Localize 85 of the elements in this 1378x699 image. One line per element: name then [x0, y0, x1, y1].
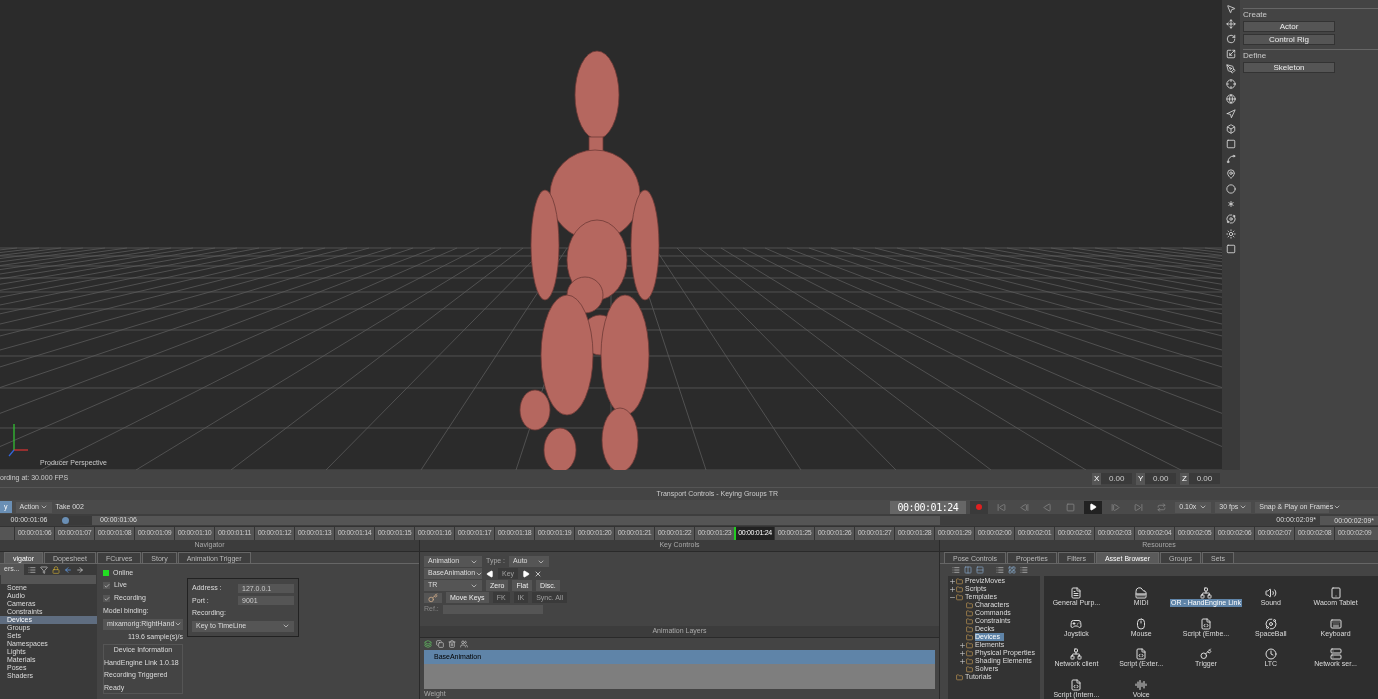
globe-icon[interactable]: [1226, 94, 1236, 104]
axis-label: Z: [1180, 472, 1189, 485]
network-icon: [1070, 648, 1083, 661]
mouse-icon: [1135, 617, 1148, 630]
sun-icon[interactable]: [1226, 229, 1236, 239]
key-icon[interactable]: [424, 592, 442, 603]
rotate-icon[interactable]: [1226, 34, 1236, 44]
ref-field[interactable]: [442, 604, 543, 614]
spline-icon[interactable]: [1226, 154, 1236, 164]
ball-icon: [1264, 617, 1277, 630]
keyboard-icon: [1329, 617, 1342, 630]
key-icon: [1200, 648, 1212, 661]
caret-icon: [39, 503, 48, 511]
duplicate-icon[interactable]: [436, 640, 444, 648]
list-view-icon[interactable]: [996, 566, 1004, 574]
sphere-icon[interactable]: [1226, 184, 1236, 194]
side-button[interactable]: Skeleton: [1243, 62, 1335, 73]
search-field[interactable]: [1, 575, 96, 584]
rows-view-icon[interactable]: [976, 566, 984, 574]
script-icon: [1200, 617, 1212, 630]
expand-icon[interactable]: [958, 649, 966, 657]
script-icon: [1135, 648, 1148, 661]
orbit-icon[interactable]: [1226, 214, 1236, 224]
axis-label: X: [1092, 472, 1102, 485]
timecode-display: 00:00:01:24: [889, 500, 967, 514]
play-button[interactable]: [1084, 500, 1103, 514]
caret-icon: [282, 622, 290, 630]
list-icon[interactable]: [27, 565, 36, 574]
cube-icon[interactable]: [1226, 124, 1236, 134]
scale-icon[interactable]: [1226, 49, 1236, 59]
add-layer-icon[interactable]: [424, 640, 432, 648]
asterisk-icon[interactable]: [1226, 199, 1236, 209]
back-arrow-icon[interactable]: [63, 565, 72, 574]
people-icon[interactable]: [460, 640, 468, 648]
section-title: Create: [1243, 10, 1268, 19]
square-icon[interactable]: [1226, 139, 1236, 149]
expand-icon[interactable]: [958, 657, 966, 665]
filter-icon[interactable]: [39, 565, 48, 574]
delete-key-icon[interactable]: [534, 569, 543, 578]
trash-icon[interactable]: [448, 640, 456, 648]
side-button[interactable]: Actor: [1243, 21, 1335, 32]
checkbox[interactable]: [103, 595, 110, 602]
forward-arrow-icon[interactable]: [75, 565, 84, 574]
crosshair-icon[interactable]: [1226, 79, 1236, 89]
server-icon: [1329, 648, 1342, 661]
caret-icon: [174, 620, 183, 628]
pointer-icon[interactable]: [1226, 4, 1236, 14]
caret-icon: [1239, 503, 1248, 511]
checkbox[interactable]: [103, 582, 110, 589]
joystick-icon: [1070, 617, 1083, 630]
pen-icon[interactable]: [1226, 64, 1236, 74]
coordinate-field[interactable]: 0.00: [1101, 472, 1132, 485]
caret-icon: [1333, 503, 1342, 511]
frame-icon[interactable]: [1226, 244, 1236, 254]
split-view-icon[interactable]: [964, 566, 972, 574]
script-icon: [1070, 679, 1083, 691]
caret-icon: [1199, 503, 1208, 511]
side-button[interactable]: Control Rig: [1243, 34, 1335, 45]
time-slider[interactable]: [62, 515, 92, 525]
previous-key-icon[interactable]: [486, 569, 494, 578]
axis-label: Y: [1136, 472, 1146, 485]
coordinate-field[interactable]: 0.00: [1188, 472, 1220, 485]
next-key-icon[interactable]: [522, 569, 531, 578]
axis-icon: [8, 423, 29, 457]
expand-icon[interactable]: [958, 641, 966, 649]
piano-icon: [1135, 586, 1148, 599]
details-view-icon[interactable]: [1020, 566, 1028, 574]
clock-icon: [1264, 648, 1277, 661]
waveform-icon: [1135, 679, 1148, 691]
play-icon: [1089, 503, 1098, 511]
document-icon: [1070, 586, 1083, 599]
move-icon[interactable]: [1226, 19, 1236, 29]
arrow-icon[interactable]: [1226, 109, 1236, 119]
grid-view-icon[interactable]: [1008, 566, 1016, 574]
expand-icon[interactable]: [948, 577, 956, 585]
lock-icon[interactable]: [51, 565, 60, 574]
speaker-icon: [1264, 586, 1277, 599]
coordinate-field[interactable]: 0.00: [1145, 472, 1176, 485]
record-button[interactable]: [970, 500, 989, 514]
folder-icon: [956, 673, 963, 681]
slider-thumb[interactable]: [62, 516, 69, 524]
tablet-icon: [1329, 586, 1342, 599]
tree-view-icon[interactable]: [952, 566, 960, 574]
section-title: Define: [1243, 51, 1268, 60]
expand-icon[interactable]: [948, 585, 956, 593]
